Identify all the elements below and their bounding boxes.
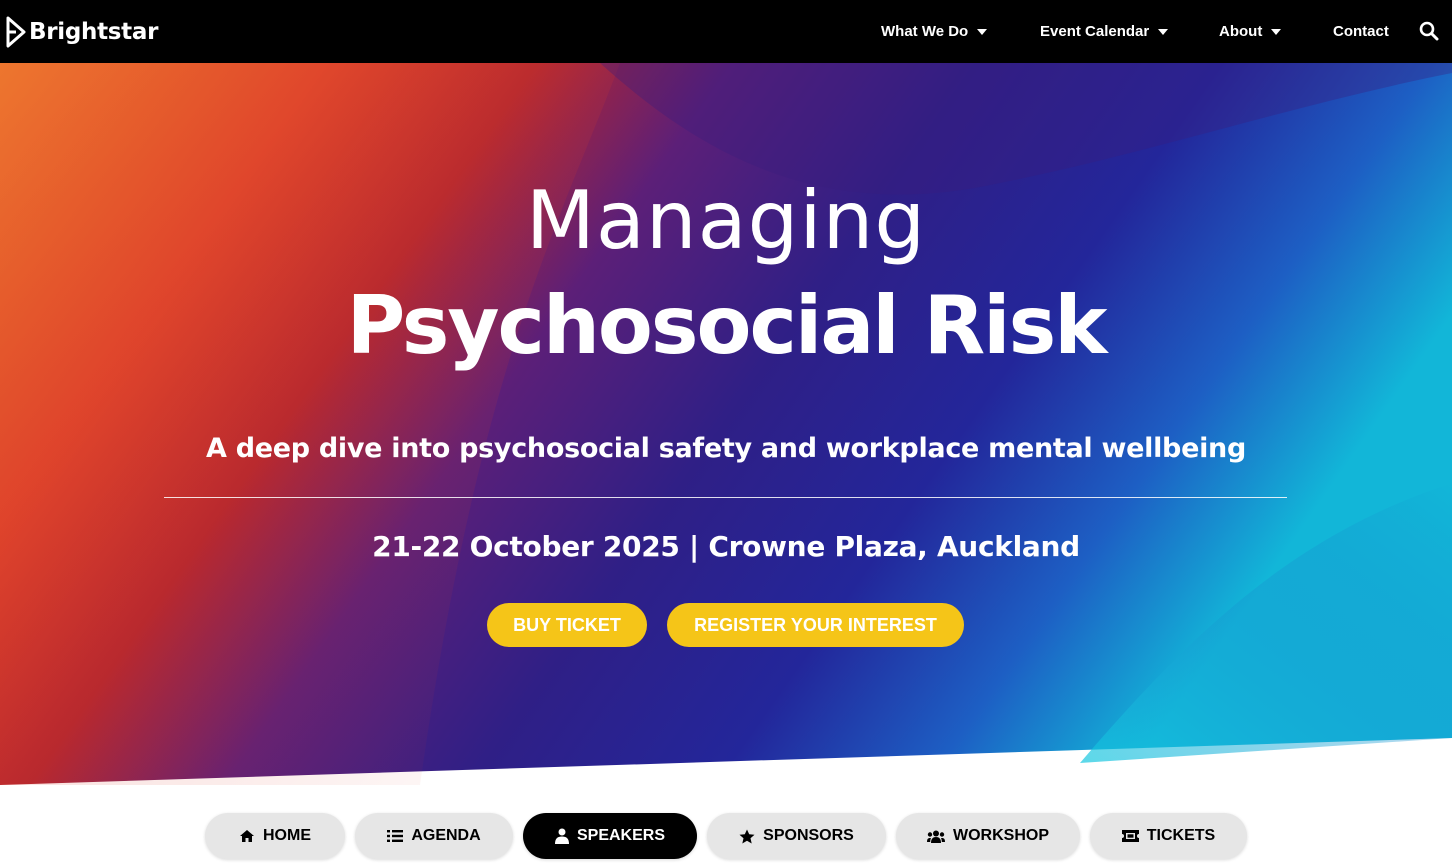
- nav-contact[interactable]: Contact: [1333, 0, 1389, 63]
- caret-down-icon: [1271, 28, 1282, 35]
- nav-about[interactable]: About: [1219, 0, 1282, 63]
- hero-title-line2: Psychosocial Risk: [346, 279, 1108, 372]
- ticket-icon: [1121, 830, 1139, 842]
- hero-divider: [164, 497, 1287, 498]
- event-date-location: 21-22 October 2025 | Crowne Plaza, Auckl…: [372, 530, 1080, 563]
- caret-down-icon: [977, 28, 988, 35]
- nav-about-label: About: [1219, 23, 1263, 40]
- home-icon: [239, 829, 255, 843]
- logo-text: Brightstar: [29, 19, 159, 45]
- hero-gradient-background: [0, 63, 1452, 785]
- section-tabs: HOME AGENDA SPEAKERS SPONSORS WORKSHOP T…: [0, 813, 1452, 859]
- nav-event-calendar[interactable]: Event Calendar: [1040, 0, 1169, 63]
- caret-down-icon: [1158, 28, 1169, 35]
- hero-banner: Managing Psychosocial Risk A deep dive i…: [0, 63, 1452, 785]
- brightstar-logo[interactable]: Brightstar: [6, 16, 158, 48]
- tab-sponsors-label: SPONSORS: [763, 827, 854, 844]
- user-icon: [554, 828, 569, 844]
- tab-sponsors[interactable]: SPONSORS: [707, 813, 886, 859]
- nav-what-we-do[interactable]: What We Do: [881, 0, 988, 63]
- tab-speakers[interactable]: SPEAKERS: [523, 813, 697, 859]
- buy-ticket-button[interactable]: BUY TICKET: [487, 603, 647, 647]
- tab-speakers-label: SPEAKERS: [576, 827, 666, 844]
- tab-workshop[interactable]: WORKSHOP: [896, 813, 1080, 859]
- tab-tickets-label: TICKETS: [1146, 827, 1216, 844]
- tab-agenda-label: AGENDA: [411, 827, 481, 844]
- top-navigation-bar: Brightstar What We Do Event Calendar Abo…: [0, 0, 1452, 63]
- tab-home[interactable]: HOME: [205, 813, 345, 859]
- search-icon[interactable]: [1419, 21, 1439, 41]
- nav-contact-label: Contact: [1333, 23, 1389, 40]
- nav-event-calendar-label: Event Calendar: [1040, 23, 1150, 40]
- tab-workshop-label: WORKSHOP: [953, 827, 1049, 844]
- register-interest-button[interactable]: REGISTER YOUR INTEREST: [667, 603, 964, 647]
- logo-mark-icon: [6, 16, 26, 48]
- hero-title-line1: Managing: [525, 174, 927, 267]
- hero-subtitle: A deep dive into psychosocial safety and…: [206, 433, 1246, 464]
- tab-tickets[interactable]: TICKETS: [1090, 813, 1247, 859]
- tab-agenda[interactable]: AGENDA: [355, 813, 513, 859]
- list-icon: [387, 829, 404, 843]
- tab-home-label: HOME: [263, 827, 311, 844]
- star-icon: [739, 829, 755, 844]
- users-icon: [927, 830, 945, 843]
- nav-what-we-do-label: What We Do: [881, 23, 969, 40]
